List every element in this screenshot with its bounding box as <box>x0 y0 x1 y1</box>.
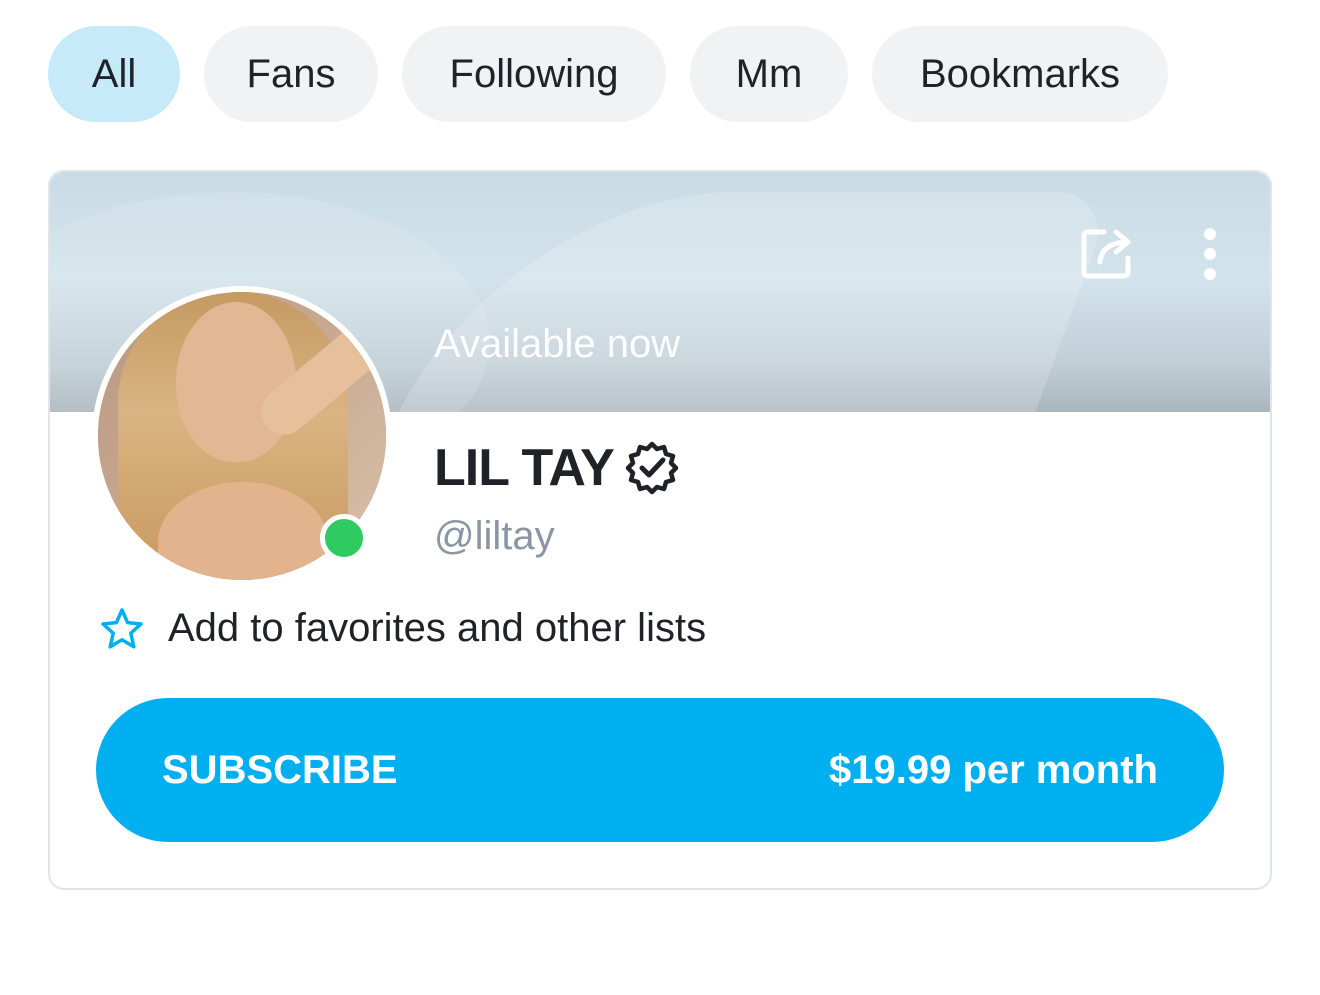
favorites-label: Add to favorites and other lists <box>168 606 707 650</box>
share-icon[interactable] <box>1078 222 1138 282</box>
tab-all[interactable]: All <box>48 26 180 122</box>
display-name[interactable]: LIL TAY <box>434 438 615 498</box>
availability-status: Available now <box>434 322 681 366</box>
tab-mm[interactable]: Mm <box>690 26 848 122</box>
avatar[interactable] <box>92 286 392 586</box>
star-outline-icon <box>101 607 143 649</box>
tab-bookmarks[interactable]: Bookmarks <box>872 26 1168 122</box>
verified-badge-icon <box>625 441 679 495</box>
tab-following[interactable]: Following <box>402 26 666 122</box>
add-to-favorites-button[interactable]: Add to favorites and other lists <box>100 606 706 651</box>
subscribe-label: SUBSCRIBE <box>162 747 398 792</box>
subscribe-price: $19.99 per month <box>828 747 1158 792</box>
filter-tabs: All Fans Following Mm Bookmarks <box>48 26 1168 122</box>
profile-card[interactable]: Available now LIL TAY @liltay Add to fav… <box>48 170 1272 890</box>
tab-fans[interactable]: Fans <box>204 26 378 122</box>
online-status-dot <box>320 514 368 562</box>
subscribe-button[interactable]: SUBSCRIBE $19.99 per month <box>96 698 1224 842</box>
username-handle[interactable]: @liltay <box>434 514 555 559</box>
name-row: LIL TAY <box>434 438 680 498</box>
more-vertical-icon[interactable] <box>1190 226 1230 282</box>
